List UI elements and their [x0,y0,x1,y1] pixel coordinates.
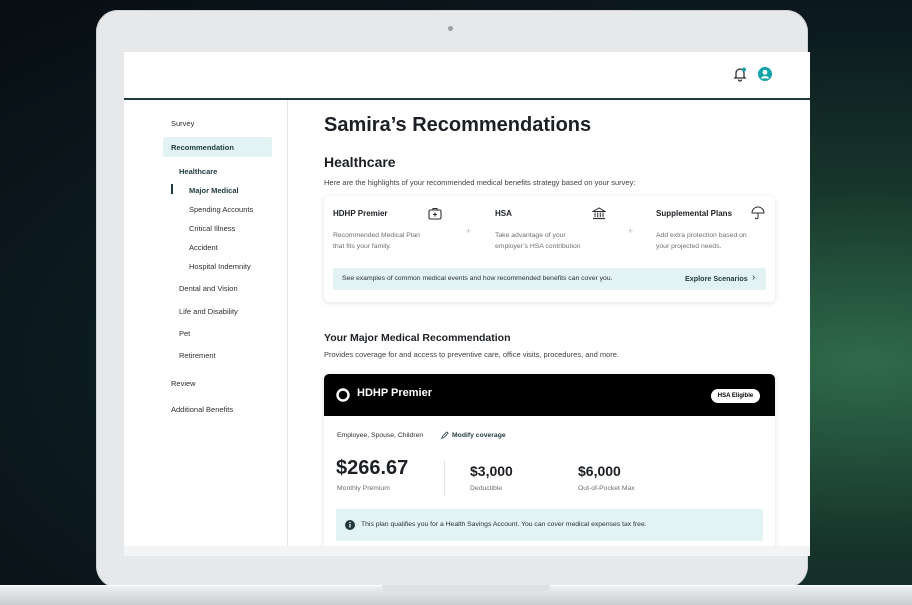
divider [444,460,445,496]
deductible-value: $3,000 [470,463,513,479]
medical-card-icon [428,207,442,220]
scenarios-banner-text: See examples of common medical events an… [342,275,613,282]
sidebar-item-major-medical[interactable]: Major Medical [189,186,239,195]
monthly-premium-label: Monthly Premium [337,485,390,492]
section-subtitle: Here are the highlights of your recommen… [324,178,636,187]
laptop-notch [382,585,550,592]
plan-card: HDHP Premier HSA Eligible Employee, Spou… [324,374,775,546]
highlight-desc: your projected needs. [656,243,722,250]
hsa-eligible-badge: HSA Eligible [711,389,760,403]
sidebar-item-retirement[interactable]: Retirement [179,351,216,360]
highlight-desc: Recommended Medical Plan [333,232,420,239]
highlights-card: HDHP Premier Recommended Medical Plan th… [324,196,775,302]
hsa-info-banner: This plan qualifies you for a Health Sav… [336,509,763,541]
radio-selected-icon[interactable] [336,388,350,402]
oop-max-value: $6,000 [578,463,621,479]
screen-bottom-bezel [124,546,810,556]
section-title: Healthcare [324,154,396,170]
sidebar-item-spending-accounts[interactable]: Spending Accounts [189,205,253,214]
coverage-tier: Employee, Spouse, Children [337,432,424,439]
major-medical-subtitle: Provides coverage for and access to prev… [324,350,620,359]
umbrella-icon [751,206,765,220]
deductible-label: Deductible [470,485,503,492]
plan-name: HDHP Premier [357,387,432,399]
major-medical-title: Your Major Medical Recommendation [324,332,511,344]
page-title: Samira’s Recommendations [324,114,592,136]
info-icon [345,520,355,530]
main-content: Samira’s Recommendations Healthcare Here… [288,100,810,546]
sidebar-item-healthcare[interactable]: Healthcare [179,167,217,176]
highlight-desc: employer’s HSA contribution [495,243,581,250]
scenarios-banner: See examples of common medical events an… [333,268,766,290]
chevron-right-icon[interactable]: › [752,272,755,283]
sidebar-item-additional-benefits[interactable]: Additional Benefits [171,405,233,414]
highlight-title: HSA [495,209,512,218]
notification-bell-icon[interactable] [732,66,748,82]
sidebar-item-survey[interactable]: Survey [171,119,194,128]
monthly-premium-value: $266.67 [336,457,409,479]
highlight-desc: Add extra protection based on [656,232,747,239]
active-indicator [171,184,173,194]
sidebar-item-hospital-indemnity[interactable]: Hospital Indemnity [189,262,251,271]
oop-max-label: Out-of-Pocket Max [578,485,635,492]
sidebar-item-pet[interactable]: Pet [179,329,190,338]
sidebar-item-review[interactable]: Review [171,379,196,388]
highlight-title: HDHP Premier [333,209,388,218]
top-bar [124,52,810,100]
pencil-icon[interactable] [440,431,449,440]
camera [448,26,453,31]
bank-icon [592,207,606,220]
plan-header: HDHP Premier HSA Eligible [324,374,775,416]
modify-coverage-link[interactable]: Modify coverage [452,432,506,439]
highlight-desc: Take advantage of your [495,232,566,239]
explore-scenarios-link[interactable]: Explore Scenarios [685,274,748,283]
hsa-info-text: This plan qualifies you for a Health Sav… [361,521,647,528]
highlight-desc: that fits your family. [333,243,392,250]
highlight-title: Supplemental Plans [656,209,733,218]
sidebar-item-dental-vision[interactable]: Dental and Vision [179,284,238,293]
sidebar-item-critical-illness[interactable]: Critical Illness [189,224,235,233]
sidebar-item-accident[interactable]: Accident [189,243,218,252]
plus-sign: + [628,226,634,236]
sidebar-item-recommendation[interactable]: Recommendation [171,143,234,152]
sidebar-nav: Survey Recommendation Healthcare Major M… [124,100,288,546]
sidebar-item-life-disability[interactable]: Life and Disability [179,307,238,316]
screen: Survey Recommendation Healthcare Major M… [124,52,810,546]
user-avatar-icon[interactable] [757,66,773,82]
plus-sign: + [466,226,472,236]
